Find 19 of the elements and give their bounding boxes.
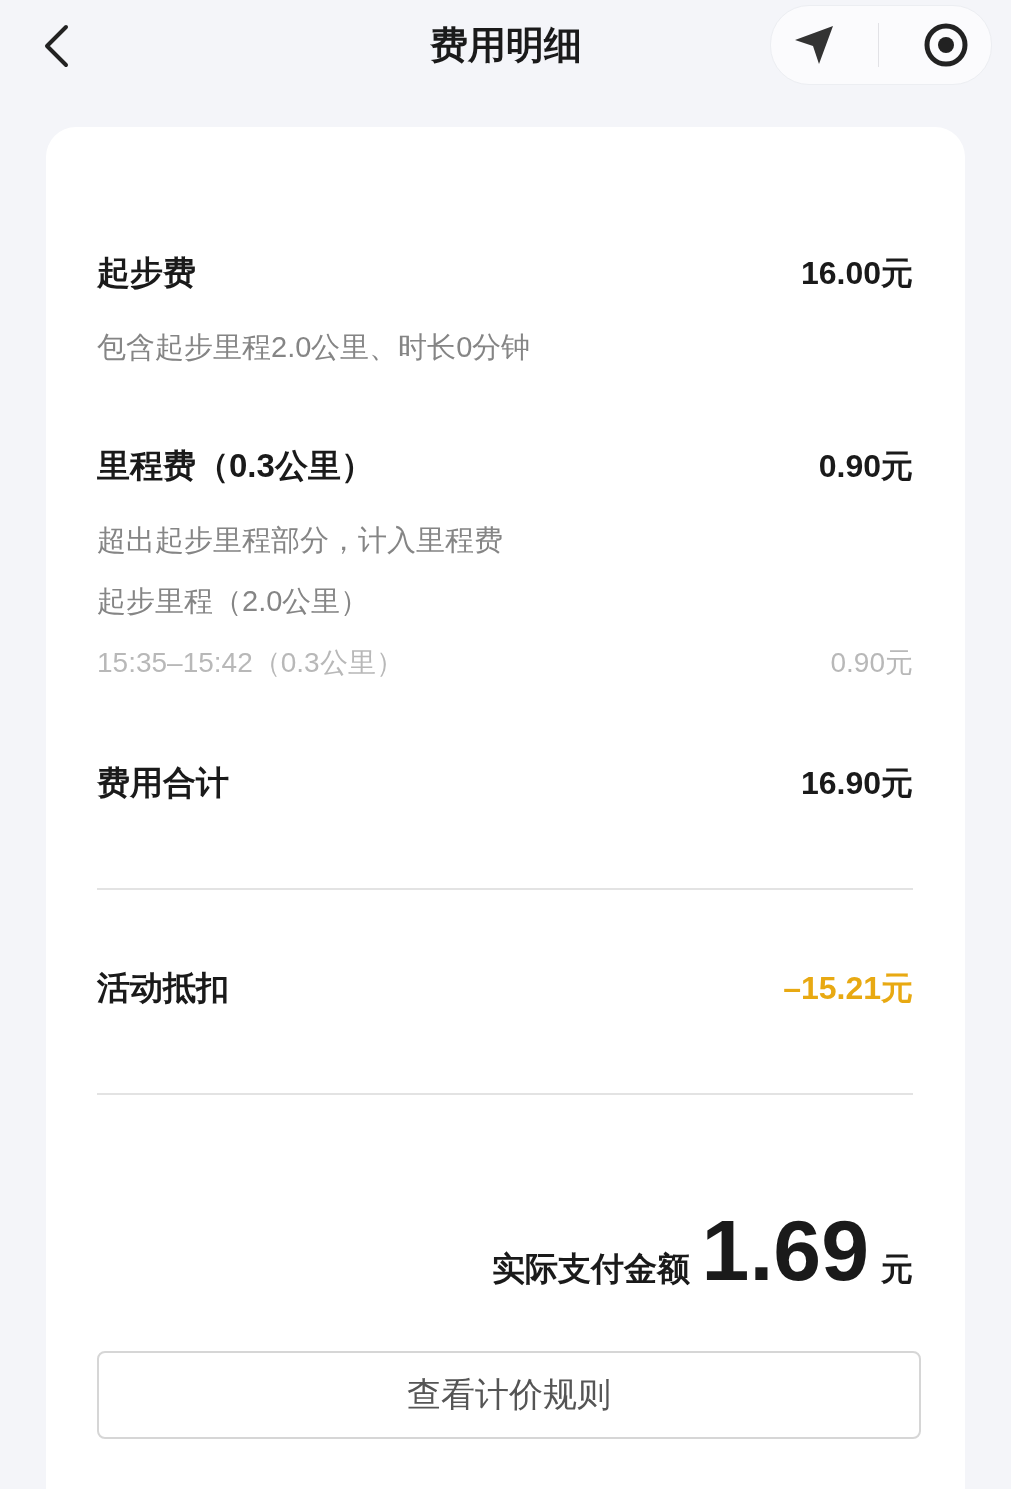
fee-note: 起步里程（2.0公里） bbox=[97, 584, 371, 619]
detail-label: 15:35–15:42（0.3公里） bbox=[97, 646, 404, 680]
payment-amount: 1.69 bbox=[701, 1205, 869, 1295]
payment-label: 实际支付金额 bbox=[491, 1249, 690, 1289]
summary-amount: 16.90元 bbox=[800, 764, 913, 803]
target-icon[interactable] bbox=[923, 22, 970, 68]
payment-unit: 元 bbox=[881, 1250, 913, 1289]
fee-amount: 16.00元 bbox=[800, 254, 913, 293]
fee-label: 里程费（0.3公里） bbox=[97, 446, 374, 486]
detail-amount: 0.90元 bbox=[830, 646, 913, 680]
summary-label: 活动抵扣 bbox=[97, 968, 229, 1008]
page-title: 费用明细 bbox=[429, 23, 582, 68]
fee-amount: 0.90元 bbox=[818, 447, 913, 486]
summary-label: 费用合计 bbox=[97, 763, 229, 803]
pricing-rules-button[interactable]: 查看计价规则 bbox=[97, 1351, 921, 1439]
fee-note: 包含起步里程2.0公里、时长0分钟 bbox=[97, 330, 532, 365]
fee-note: 超出起步里程部分，计入里程费 bbox=[97, 523, 504, 558]
fee-label: 起步费 bbox=[97, 253, 196, 293]
summary-amount: –15.21元 bbox=[783, 969, 913, 1008]
